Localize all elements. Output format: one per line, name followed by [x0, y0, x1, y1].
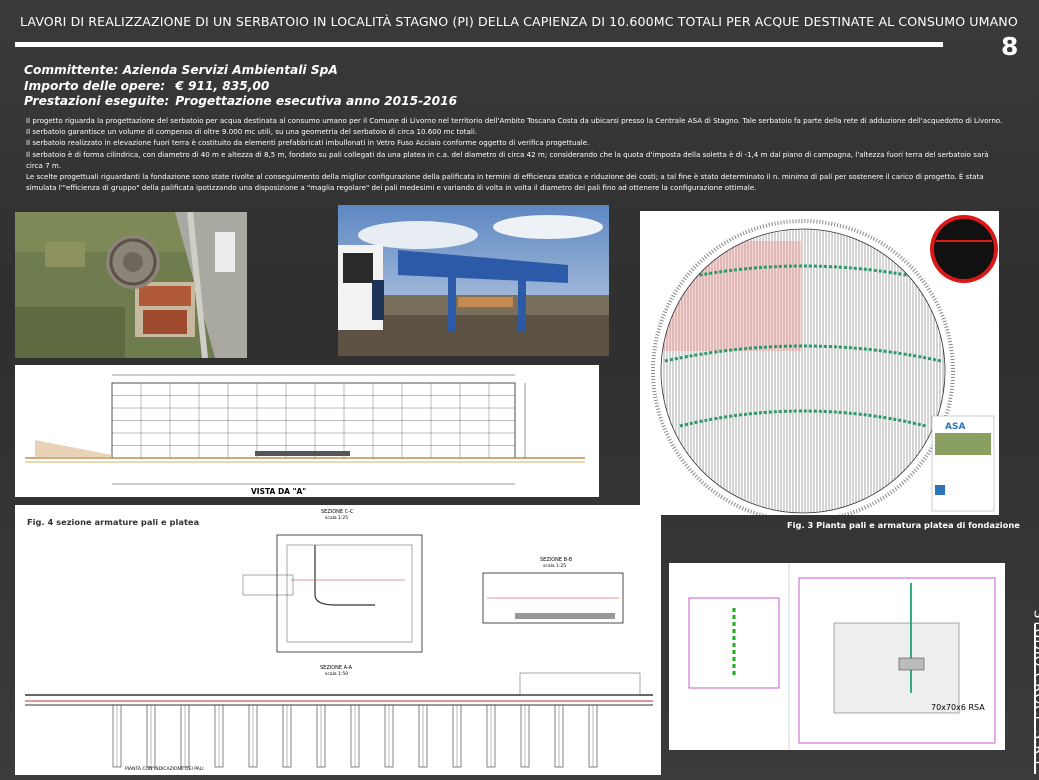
construction-photo	[338, 205, 609, 356]
section-aa-title: SEZIONE A-A	[320, 665, 353, 671]
page-number: 8	[1001, 32, 1019, 61]
elevation-label: VISTA DA "A"	[251, 487, 307, 496]
elevation-drawing: VISTA DA "A"	[15, 365, 599, 497]
fig4-caption: Fig. 4 sezione armature pali e platea	[27, 517, 200, 527]
section-bb-scale: scala 1:25	[543, 564, 567, 569]
svg-text:ASA: ASA	[945, 422, 965, 432]
prestazioni-value: Progettazione esecutiva anno 2015-2016	[175, 94, 458, 108]
aerial-photo	[15, 212, 247, 358]
description-paragraph: Il serbatoio garantisce un volume di com…	[26, 127, 478, 137]
section-bb-title: SEZIONE B-B	[540, 557, 573, 563]
studio-rule	[1034, 624, 1036, 774]
description-paragraph: Il progetto riguarda la progettazione de…	[26, 116, 1003, 125]
committente-value: Azienda Servizi Ambientali SpA	[122, 63, 338, 77]
page-title: LAVORI DI REALIZZAZIONE DI UN SERBATOIO …	[20, 14, 1018, 29]
prestazioni-row: Prestazioni eseguite: Progettazione esec…	[24, 94, 457, 110]
importo-row: Importo delle opere: € 911, 835,00	[24, 79, 457, 95]
importo-value: € 911, 835,00	[175, 78, 270, 93]
detail-profile-label: 70x70x6 RSA	[931, 703, 985, 712]
description-paragraph: Il serbatoio realizzato in elevazione fu…	[26, 138, 590, 148]
project-description: Il progetto riguarda la progettazione de…	[26, 115, 1006, 193]
committente-row: Committente: Azienda Servizi Ambientali …	[24, 63, 457, 79]
committente-label: Committente:	[24, 63, 119, 77]
section-cc-scale: scala 1:25	[325, 516, 349, 521]
description-paragraph: Le scelte progettuali riguardanti la fon…	[26, 172, 984, 193]
detail-drawing: 70x70x6 RSA	[669, 563, 1005, 750]
sections-drawing: Fig. 4 sezione armature pali e platea SE…	[15, 505, 661, 775]
section-aa-scale: scala 1:50	[325, 672, 349, 677]
prestazioni-label: Prestazioni eseguite:	[24, 94, 170, 108]
importo-label: Importo delle opere:	[24, 78, 166, 93]
description-paragraph: Il serbatoio è di forma cilindrica, con …	[26, 149, 989, 170]
project-info: Committente: Azienda Servizi Ambientali …	[24, 63, 457, 110]
section-cc-title: SEZIONE C-C	[321, 509, 354, 515]
piles-plan-drawing: ASA	[640, 211, 999, 515]
piles-plan-label: PIANTA CON INDICAZIONE DEI PALI	[125, 767, 204, 772]
title-rule	[15, 42, 943, 47]
fig3-caption: Fig. 3 Pianta pali e armatura platea di …	[787, 520, 1020, 530]
